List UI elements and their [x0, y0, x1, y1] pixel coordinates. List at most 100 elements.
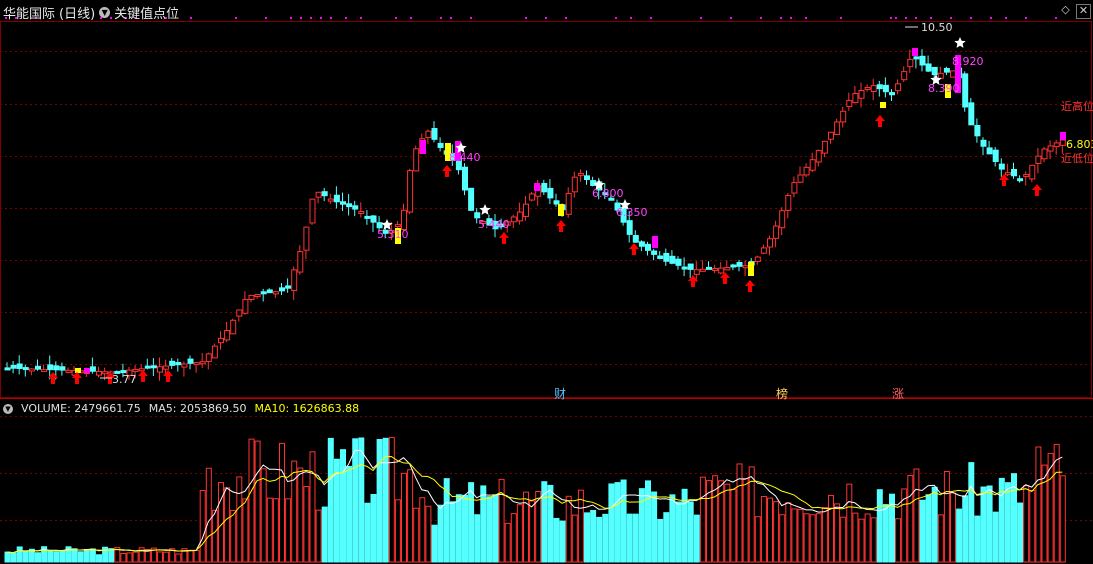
signal-dot: [1025, 17, 1027, 19]
volume-bar: [754, 516, 761, 563]
highlight-candle: [652, 236, 658, 248]
candlestick: [260, 291, 267, 295]
volume-bar: [218, 482, 224, 563]
candlestick: [632, 235, 639, 243]
volume-bar: [455, 494, 462, 563]
volume-bar: [968, 462, 975, 563]
stock-name[interactable]: 华能国际: [3, 3, 55, 22]
volume-bar: [577, 489, 584, 563]
volume-dropdown-icon[interactable]: ▼: [3, 403, 13, 414]
last-value-label: 6.803: [1066, 138, 1093, 151]
signal-dot: [630, 17, 632, 19]
signal-dot: [410, 17, 412, 19]
key-value-label: 8.390: [928, 82, 960, 95]
candlestick: [571, 176, 578, 193]
candlestick: [1047, 145, 1054, 152]
candlestick: [968, 102, 975, 126]
close-icon[interactable]: ✕: [1076, 4, 1091, 19]
candlestick: [425, 130, 432, 139]
volume-bar: [315, 509, 322, 563]
candlestick: [510, 216, 517, 223]
event-marker-finance[interactable]: 财: [554, 385, 566, 402]
diamond-icon[interactable]: ◇: [1059, 4, 1072, 17]
indicator-name[interactable]: 关键值点位: [114, 3, 179, 22]
volume-bar: [242, 498, 249, 563]
candlestick: [846, 100, 853, 107]
volume-bar: [199, 490, 206, 563]
volume-bar: [925, 494, 932, 563]
candlestick: [785, 195, 792, 211]
volume-bar: [236, 476, 243, 563]
volume-bar: [931, 486, 938, 563]
highlight-candle: [420, 140, 426, 154]
candlestick: [998, 163, 1005, 170]
volume-bar: [1059, 475, 1066, 563]
candlestick: [315, 191, 322, 198]
volume-bar: [510, 513, 517, 563]
volume-bar: [327, 437, 334, 563]
candlestick: [22, 367, 29, 371]
volume-bar: [699, 476, 706, 563]
candlestick: [10, 364, 17, 369]
volume-bar: [669, 494, 676, 563]
candlestick: [773, 225, 780, 239]
candlestick: [35, 365, 41, 370]
candlestick: [529, 193, 536, 201]
event-marker-limit-up[interactable]: 涨: [892, 385, 904, 402]
volume-bar: [35, 552, 41, 563]
volume-bar: [950, 492, 956, 563]
buy-arrow-icon: [499, 232, 509, 244]
key-value-label: 5.440: [478, 218, 510, 231]
candlestick: [96, 370, 102, 376]
volume-bar: [773, 501, 780, 563]
volume-bar: [230, 509, 237, 563]
candlestick: [828, 131, 834, 140]
candlestick: [754, 256, 761, 263]
candlestick: [138, 368, 145, 372]
volume-bar: [919, 499, 926, 563]
candlestick: [547, 187, 554, 199]
candlestick: [364, 215, 371, 219]
candlestick: [791, 182, 798, 194]
volume-bar: [224, 487, 231, 563]
signal-dot: [805, 17, 807, 19]
signal-dot: [395, 17, 397, 19]
candlestick: [834, 121, 841, 135]
signal-dot: [905, 17, 907, 19]
signal-dot: [190, 17, 192, 19]
volume-bar: [626, 513, 633, 563]
buy-arrow-icon: [138, 370, 148, 382]
indicator-dropdown-icon[interactable]: ▼: [99, 7, 111, 18]
candlestick: [352, 205, 359, 210]
candlestick: [16, 363, 23, 369]
volume-bar: [828, 494, 834, 563]
candlestick: [1059, 139, 1066, 146]
signal-dot: [440, 17, 442, 19]
candlestick: [47, 364, 54, 371]
signal-dot: [930, 17, 932, 19]
volume-bar: [211, 509, 218, 563]
candlestick: [321, 191, 328, 197]
period-label: (日线): [59, 7, 96, 22]
volume-bar: [413, 507, 420, 563]
candlestick: [248, 294, 255, 301]
signal-dot: [565, 17, 567, 19]
candlestick: [65, 369, 72, 373]
signal-dot: [790, 17, 792, 19]
candlestick: [309, 198, 316, 224]
volume-bar: [815, 513, 822, 563]
buy-arrow-icon: [556, 220, 566, 232]
volume-bar: [724, 483, 731, 563]
candlestick: [340, 201, 346, 205]
candlestick: [712, 267, 719, 271]
candlestick: [889, 92, 895, 96]
signal-dot: [545, 17, 547, 19]
candlestick: [242, 299, 249, 314]
event-marker-ranking[interactable]: 榜: [776, 385, 788, 402]
candlestick: [901, 71, 908, 81]
volume-bar: [876, 489, 883, 563]
candlestick: [980, 139, 987, 147]
candlestick: [303, 226, 310, 251]
candlestick: [687, 263, 694, 270]
candlestick: [175, 362, 182, 366]
